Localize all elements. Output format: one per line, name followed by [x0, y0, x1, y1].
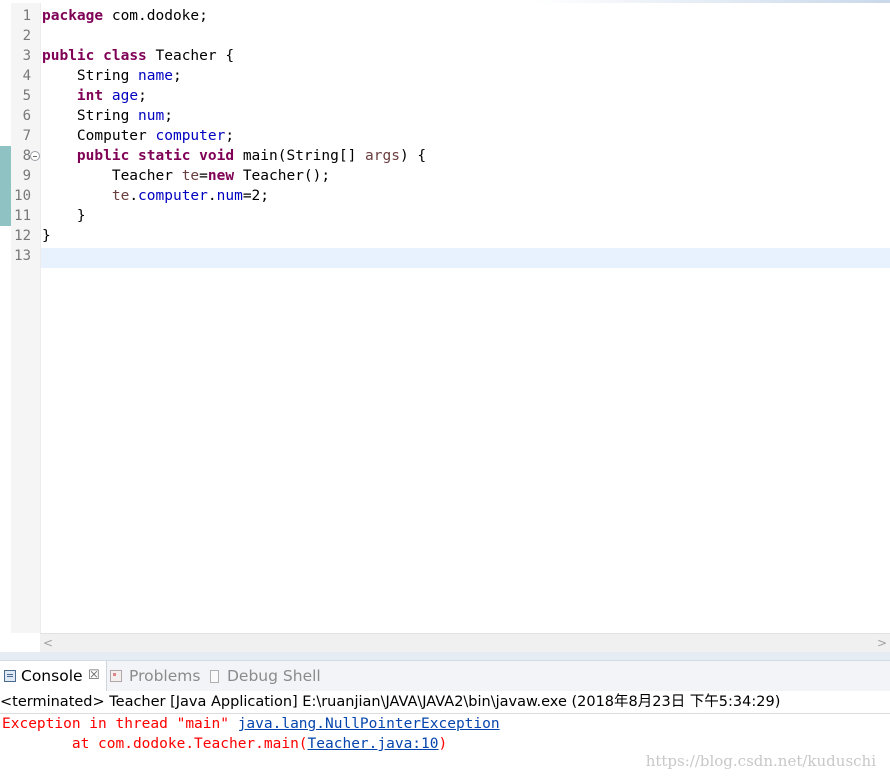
code-token: } [42, 208, 86, 224]
code-token: Computer [42, 128, 156, 144]
field-token: computer [155, 128, 226, 144]
variable-token: args [365, 148, 400, 164]
code-token: ; [225, 128, 235, 144]
problems-icon [110, 670, 122, 682]
code-token: com.dodoke; [103, 8, 208, 24]
keyword-token: new [207, 168, 235, 184]
stack-frame-text: at com.dodoke.Teacher.main( [2, 736, 308, 752]
code-token: . [207, 188, 217, 204]
code-line[interactable]: Teacher te=new Teacher(); [42, 166, 890, 186]
code-token: ; [138, 88, 147, 104]
code-line[interactable]: Computer computer; [42, 126, 890, 146]
field-token: num [216, 188, 243, 204]
code-line[interactable]: public static void main(String[] args) { [42, 146, 890, 166]
field-token: age [111, 88, 139, 104]
keyword-token: void [199, 148, 235, 164]
code-line[interactable] [42, 246, 890, 266]
line-number: 8 [22, 148, 31, 164]
keyword-token: int [76, 88, 104, 104]
change-marker [0, 206, 11, 226]
field-token: num [138, 108, 165, 124]
console-output-line: Exception in thread "main" java.lang.Nul… [2, 714, 500, 734]
line-number: 9 [22, 168, 31, 184]
tab-problems-label: Problems [129, 667, 201, 685]
line-number: 2 [22, 28, 31, 44]
scroll-left-arrow-icon[interactable]: < [40, 634, 56, 652]
code-token: ; [164, 108, 173, 124]
code-editor[interactable]: 1 2 3 4 5 6 7 8 9 10 11 12 13 package com.dodoke; pub… [0, 3, 890, 633]
tab-debug-shell-label: Debug Shell [227, 667, 321, 685]
keyword-token: public [76, 148, 130, 164]
horizontal-scrollbar[interactable]: < > [40, 633, 890, 652]
keyword-token: package [42, 8, 104, 24]
change-marker [0, 186, 11, 206]
keyword-token: static [138, 148, 191, 164]
console-output-line: at com.dodoke.Teacher.main(Teacher.java:… [2, 734, 447, 754]
line-number: 7 [22, 128, 31, 144]
stack-frame-link[interactable]: Teacher.java:10 [308, 736, 439, 752]
tab-console[interactable]: Console ☒ [0, 661, 107, 691]
code-token: Teacher { [146, 48, 235, 64]
keyword-token: class [103, 48, 147, 64]
exception-class-link[interactable]: java.lang.NullPointerException [238, 716, 500, 732]
line-number: 5 [22, 88, 31, 104]
code-token: . [129, 188, 139, 204]
scroll-right-arrow-icon[interactable]: > [874, 634, 890, 652]
code-line[interactable]: } [42, 206, 890, 226]
code-token: ; [172, 68, 182, 84]
overview-ruler [0, 3, 11, 633]
code-token: ) { [399, 148, 427, 164]
code-line[interactable]: String num; [42, 106, 890, 126]
change-marker [0, 166, 11, 186]
code-line[interactable]: te.computer.num=2; [42, 186, 890, 206]
console-view-tabs: Console ☒ Problems Debug Shell [0, 660, 890, 691]
line-number: 1 [22, 8, 31, 24]
code-token: String [42, 68, 139, 84]
close-icon[interactable]: ☒ [88, 661, 100, 691]
debug-shell-icon [210, 670, 219, 683]
code-token: } [42, 228, 51, 244]
variable-token: te [111, 188, 130, 204]
console-process-header: <terminated> Teacher [Java Application] … [0, 691, 890, 714]
code-line[interactable]: String name; [42, 66, 890, 86]
variable-token: te [181, 168, 200, 184]
tab-console-label: Console [21, 667, 83, 685]
line-number: 6 [22, 108, 31, 124]
field-token: computer [138, 188, 208, 204]
line-number: 10 [14, 188, 31, 204]
line-number: 12 [14, 228, 31, 244]
code-token: String [42, 108, 139, 124]
code-token: = [199, 168, 208, 184]
code-token: Teacher [42, 168, 182, 184]
console-icon [4, 670, 16, 682]
watermark: https://blog.csdn.net/kuduschi [645, 752, 876, 770]
code-line[interactable] [42, 26, 890, 46]
fold-collapse-icon[interactable] [30, 151, 40, 161]
code-line[interactable]: int age; [42, 86, 890, 106]
line-number-gutter: 1 2 3 4 5 6 7 8 9 10 11 12 13 [11, 3, 41, 633]
view-splitter[interactable] [0, 652, 890, 660]
code-token: =2; [242, 188, 270, 204]
field-token: name [138, 68, 173, 84]
code-line[interactable]: package com.dodoke; [42, 6, 890, 26]
code-token: Teacher(); [234, 168, 331, 184]
change-marker [0, 146, 11, 166]
line-number: 4 [22, 68, 31, 84]
exception-text: Exception in thread "main" [2, 716, 238, 732]
keyword-token: public [42, 48, 95, 64]
line-number: 11 [14, 208, 31, 224]
stack-frame-suffix: ) [438, 736, 448, 752]
line-number: 3 [22, 48, 31, 64]
line-number: 13 [14, 248, 31, 264]
code-line[interactable]: } [42, 226, 890, 246]
code-line[interactable]: public class Teacher { [42, 46, 890, 66]
code-token: main(String[] [234, 148, 366, 164]
